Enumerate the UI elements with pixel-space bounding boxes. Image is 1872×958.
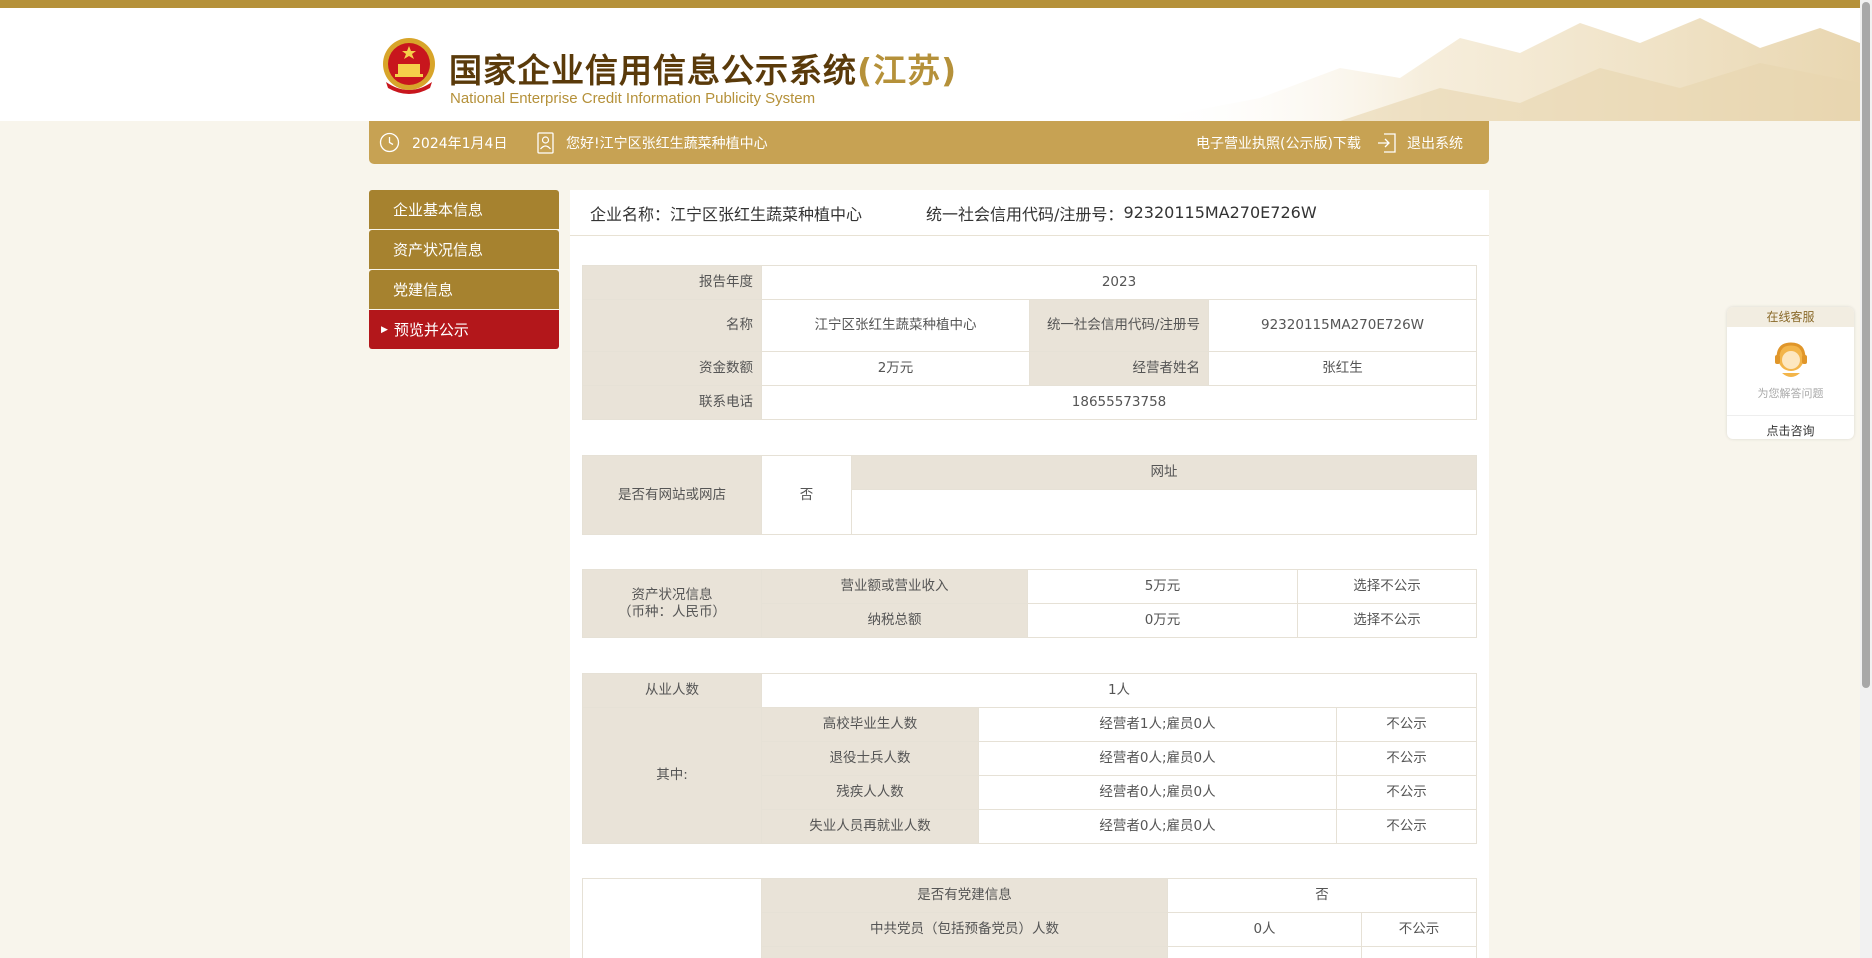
national-emblem-icon (383, 38, 435, 94)
caret-right-icon: ▶ (381, 324, 388, 335)
table-row: 资金数额 2万元 经营者姓名 张红生 (582, 351, 1478, 386)
site-header: 国家企业信用信息公示系统(江苏) National Enterprise Cre… (0, 8, 1860, 121)
sidebar-nav: 企业基本信息 资产状况信息 党建信息 ▶ 预览并公示 (369, 190, 559, 350)
enterprise-header: 企业名称： 江宁区张红生蔬菜种植中心 统一社会信用代码/注册号： 92320115M… (570, 190, 1489, 236)
site-title: 国家企业信用信息公示系统(江苏) (449, 51, 958, 90)
date-display: 2024年1月4日 (379, 121, 507, 164)
consult-button[interactable]: 点击咨询 (1727, 415, 1854, 439)
user-icon (537, 131, 554, 154)
report-year: 2023 (760, 265, 1478, 300)
download-license-link[interactable]: 电子营业执照(公示版)下载 (1196, 121, 1361, 164)
party-info-table: 是否有党建信息 否 中共党员（包括预备党员）人数 0人 不公示 (582, 878, 1477, 958)
top-accent-line (0, 0, 1860, 8)
logout-link[interactable]: 退出系统 (1377, 121, 1463, 164)
clock-icon (379, 132, 400, 153)
online-customer-service-widget[interactable]: 在线客服 为您解答问题 点击咨询 (1727, 307, 1854, 439)
table-row: 资产状况信息 （币种：人民币） 营业额或营业收入 5万元 选择不公示 (582, 569, 1477, 638)
table-row: 名称 江宁区张红生蔬菜种植中心 统一社会信用代码/注册号 92320115MA2… (582, 299, 1478, 352)
table-row: 其中: 高校毕业生人数 经营者1人;雇员0人 不公示 (582, 707, 1478, 844)
mountain-background-graphic (1140, 18, 1860, 121)
customer-service-icon (1770, 339, 1812, 381)
basic-info-table: 报告年度 2023 名称 江宁区张红生蔬菜种植中心 统一社会信用代码/注册号 9… (582, 265, 1478, 420)
report-content: 企业名称： 江宁区张红生蔬菜种植中心 统一社会信用代码/注册号： 92320115M… (570, 190, 1489, 958)
table-row: 从业人数 1人 (582, 673, 1478, 708)
asset-info-table: 资产状况信息 （币种：人民币） 营业额或营业收入 5万元 选择不公示 纳税总额 0… (582, 569, 1477, 638)
user-info-bar: 2024年1月4日 您好!江宁区张红生蔬菜种植中心 电子营业执照(公示版)下载 … (369, 121, 1489, 164)
sidebar-item-preview-publish[interactable]: ▶ 预览并公示 (369, 310, 559, 349)
enterprise-name: 江宁区张红生蔬菜种植中心 (670, 204, 863, 224)
sidebar-item-party-info[interactable]: 党建信息 (369, 270, 559, 309)
sidebar-item-asset-info[interactable]: 资产状况信息 (369, 230, 559, 269)
employees-table: 从业人数 1人 其中: 高校毕业生人数 经营者1人;雇员0人 不公示 退役士兵人… (582, 673, 1478, 844)
page-scrollbar[interactable] (1860, 0, 1872, 958)
table-row: 报告年度 2023 (582, 265, 1478, 300)
greeting-display: 您好!江宁区张红生蔬菜种植中心 (537, 121, 768, 164)
site-title-english: National Enterprise Credit Information P… (450, 90, 816, 107)
customer-service-subtitle: 为您解答问题 (1757, 387, 1824, 400)
website-table: 是否有网站或网店 否 网址 (582, 455, 1477, 535)
sidebar-item-basic-info[interactable]: 企业基本信息 (369, 190, 559, 229)
logout-icon (1377, 132, 1397, 154)
customer-service-title: 在线客服 (1727, 307, 1854, 327)
scrollbar-thumb[interactable] (1862, 2, 1870, 688)
table-row: 是否有党建信息 否 (582, 878, 1477, 958)
table-row: 联系电话 18655573758 (582, 385, 1478, 420)
table-row: 是否有网站或网店 否 网址 (582, 455, 1477, 535)
enterprise-code: 92320115MA270E726W (1123, 203, 1317, 222)
